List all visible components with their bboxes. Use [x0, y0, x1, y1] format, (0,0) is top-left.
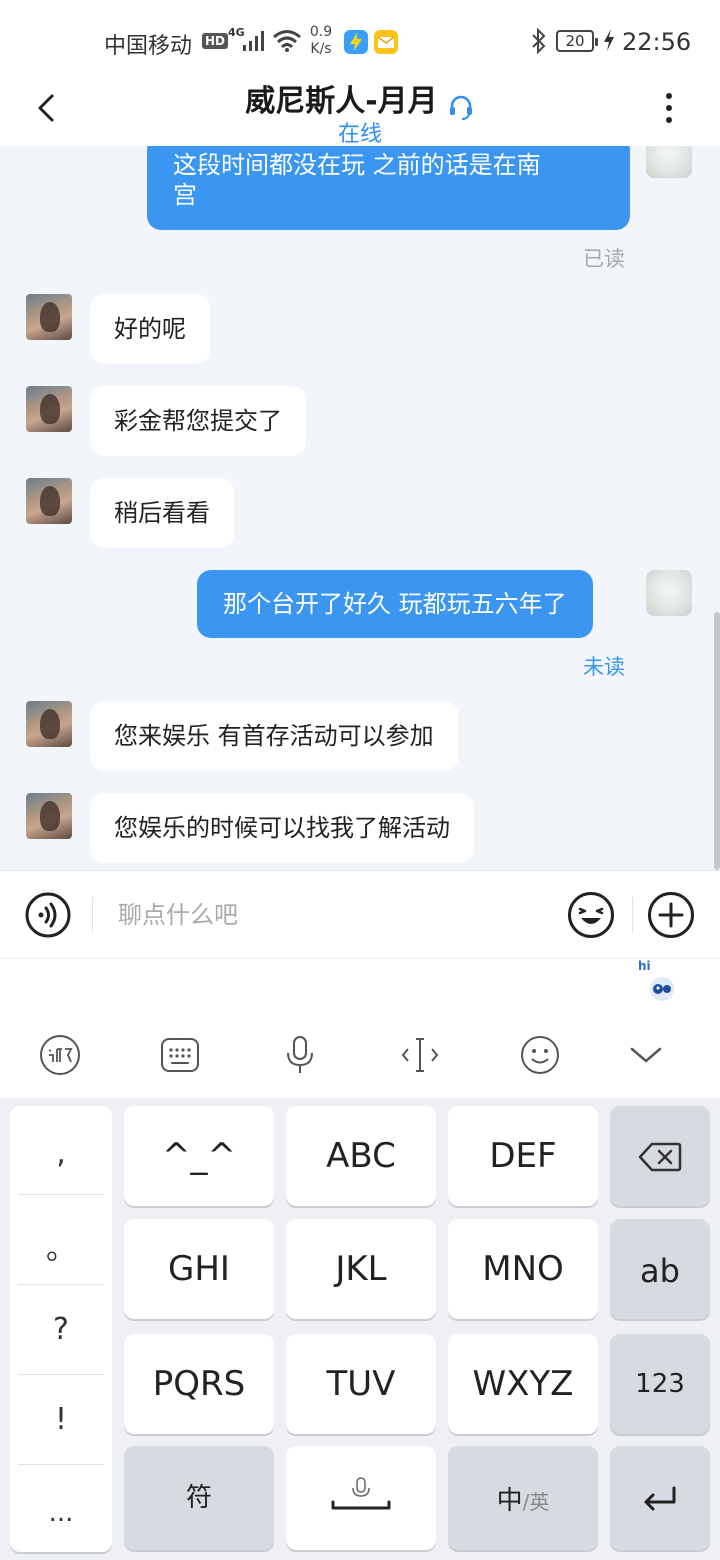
- key-ab-toggle[interactable]: ab: [610, 1219, 710, 1319]
- punct-key-question[interactable]: ?: [10, 1312, 112, 1347]
- key-label: WXYZ: [472, 1364, 574, 1404]
- message-text: 宫: [173, 181, 197, 209]
- key-def[interactable]: DEF: [448, 1106, 598, 1206]
- key-123-toggle[interactable]: 123: [610, 1334, 710, 1434]
- keyboard: , 。 ? ! ... ^_^ ABC DEF GHI JKL MNO ab P…: [0, 1098, 720, 1560]
- message-bubble-incoming[interactable]: 彩金帮您提交了: [90, 386, 306, 456]
- add-attachment-icon[interactable]: [646, 890, 696, 940]
- contact-avatar[interactable]: [26, 701, 72, 747]
- online-status: 在线: [337, 122, 382, 147]
- my-avatar[interactable]: [646, 146, 692, 178]
- punct-key-comma[interactable]: ,: [10, 1136, 112, 1171]
- carrier-name: 中国移动: [104, 34, 193, 59]
- key-symbols[interactable]: 符: [124, 1446, 274, 1550]
- keyboard-toolbar: hi: [0, 958, 720, 1098]
- space-key[interactable]: [286, 1446, 436, 1550]
- key-pqrs[interactable]: PQRS: [124, 1334, 274, 1434]
- battery-icon: 20: [556, 30, 598, 52]
- key-language-toggle[interactable]: 中/英: [448, 1446, 598, 1550]
- divider: [18, 1284, 104, 1285]
- signal-icon: [243, 31, 264, 51]
- divider: [18, 1194, 104, 1195]
- key-mno[interactable]: MNO: [448, 1219, 598, 1319]
- ime-logo-icon[interactable]: [38, 1033, 82, 1077]
- key-label: PQRS: [152, 1364, 246, 1404]
- divider: [632, 897, 633, 933]
- message-input[interactable]: [104, 893, 544, 937]
- message-bubble-outgoing[interactable]: 这段时间都没在玩 之前的话是在南 宫: [147, 146, 630, 230]
- space-mic-icon: [331, 1477, 391, 1510]
- hd-badge: HD: [202, 33, 229, 49]
- collapse-keyboard-icon[interactable]: [624, 1033, 668, 1077]
- key-label: TUV: [326, 1364, 396, 1404]
- emoji-icon[interactable]: [566, 890, 616, 940]
- status-bar: 中国移动 HD 4G 0.9 K/s 20 22:56: [0, 0, 720, 80]
- speed-unit: K/s: [310, 41, 332, 57]
- key-label: GHI: [168, 1249, 230, 1289]
- key-label: JKL: [335, 1249, 387, 1289]
- read-status: 未读: [583, 655, 625, 679]
- input-bar: [0, 870, 720, 958]
- emoticon-icon[interactable]: [518, 1033, 562, 1077]
- key-label: ^_^: [162, 1136, 236, 1176]
- key-label: DEF: [489, 1136, 557, 1176]
- key-ghi[interactable]: GHI: [124, 1219, 274, 1319]
- speed-value: 0.9: [309, 24, 333, 40]
- clock: 22:56: [622, 28, 692, 56]
- battery-level: 20: [565, 32, 585, 50]
- notification-bolt-app-icon: [344, 30, 368, 54]
- message-bubble-incoming[interactable]: 您娱乐的时候可以找我了解活动: [90, 793, 474, 863]
- enter-key[interactable]: [610, 1446, 710, 1550]
- key-emoticon[interactable]: ^_^: [124, 1106, 274, 1206]
- my-avatar[interactable]: [646, 570, 692, 616]
- key-label: MNO: [482, 1249, 564, 1289]
- key-tuv[interactable]: TUV: [286, 1334, 436, 1434]
- divider: [18, 1374, 104, 1375]
- charging-icon: [602, 28, 616, 57]
- punct-key-period[interactable]: 。: [10, 1224, 112, 1268]
- key-label: 123: [635, 1369, 685, 1399]
- message-bubble-incoming[interactable]: 您来娱乐 有首存活动可以参加: [90, 701, 458, 771]
- contact-avatar[interactable]: [26, 478, 72, 524]
- title-row: 威尼斯人-月月: [0, 80, 720, 121]
- read-status: 已读: [583, 247, 625, 271]
- backspace-icon: [638, 1142, 682, 1172]
- key-abc[interactable]: ABC: [286, 1106, 436, 1206]
- key-jkl[interactable]: JKL: [286, 1219, 436, 1319]
- punct-key-exclaim[interactable]: !: [10, 1402, 112, 1437]
- message-bubble-incoming[interactable]: 好的呢: [90, 294, 210, 364]
- contact-avatar[interactable]: [26, 793, 72, 839]
- lang-sub-label: /英: [522, 1490, 550, 1514]
- contact-avatar[interactable]: [26, 386, 72, 432]
- message-bubble-outgoing[interactable]: 那个台开了好久 玩都玩五六年了: [197, 570, 593, 638]
- message-list[interactable]: 这段时间都没在玩 之前的话是在南 宫 已读 好的呢 彩金帮您提交了 稍后看看 那…: [0, 146, 720, 870]
- divider: [92, 897, 93, 933]
- key-label: ABC: [326, 1136, 396, 1176]
- network-speed: 0.9 K/s: [308, 24, 334, 58]
- message-bubble-incoming[interactable]: 稍后看看: [90, 478, 234, 548]
- microphone-icon[interactable]: [278, 1033, 322, 1077]
- voice-input-icon[interactable]: [24, 891, 72, 939]
- contact-avatar[interactable]: [26, 294, 72, 340]
- divider: [18, 1464, 104, 1465]
- key-label: ab: [640, 1252, 680, 1290]
- bluetooth-icon: [530, 27, 548, 60]
- backspace-key[interactable]: [610, 1106, 710, 1206]
- key-wxyz[interactable]: WXYZ: [448, 1334, 598, 1434]
- contact-name: 威尼斯人-月月: [245, 84, 438, 119]
- punctuation-column[interactable]: , 。 ? ! ...: [10, 1106, 112, 1552]
- cursor-move-icon[interactable]: [398, 1033, 442, 1077]
- key-label: 符: [185, 1483, 212, 1513]
- chat-header: 威尼斯人-月月 在线: [0, 80, 720, 147]
- mail-icon: [374, 30, 398, 54]
- lang-main-label: 中: [496, 1486, 523, 1516]
- keyboard-layout-icon[interactable]: [158, 1033, 202, 1077]
- enter-icon: [644, 1486, 676, 1511]
- wifi-icon: [273, 30, 301, 52]
- message-text: 这段时间都没在玩 之前的话是在南: [173, 151, 541, 179]
- scrollbar[interactable]: [714, 612, 720, 870]
- punct-key-ellipsis[interactable]: ...: [10, 1498, 112, 1528]
- more-options-icon[interactable]: [656, 90, 682, 126]
- mascot-hi-label: hi: [638, 959, 651, 973]
